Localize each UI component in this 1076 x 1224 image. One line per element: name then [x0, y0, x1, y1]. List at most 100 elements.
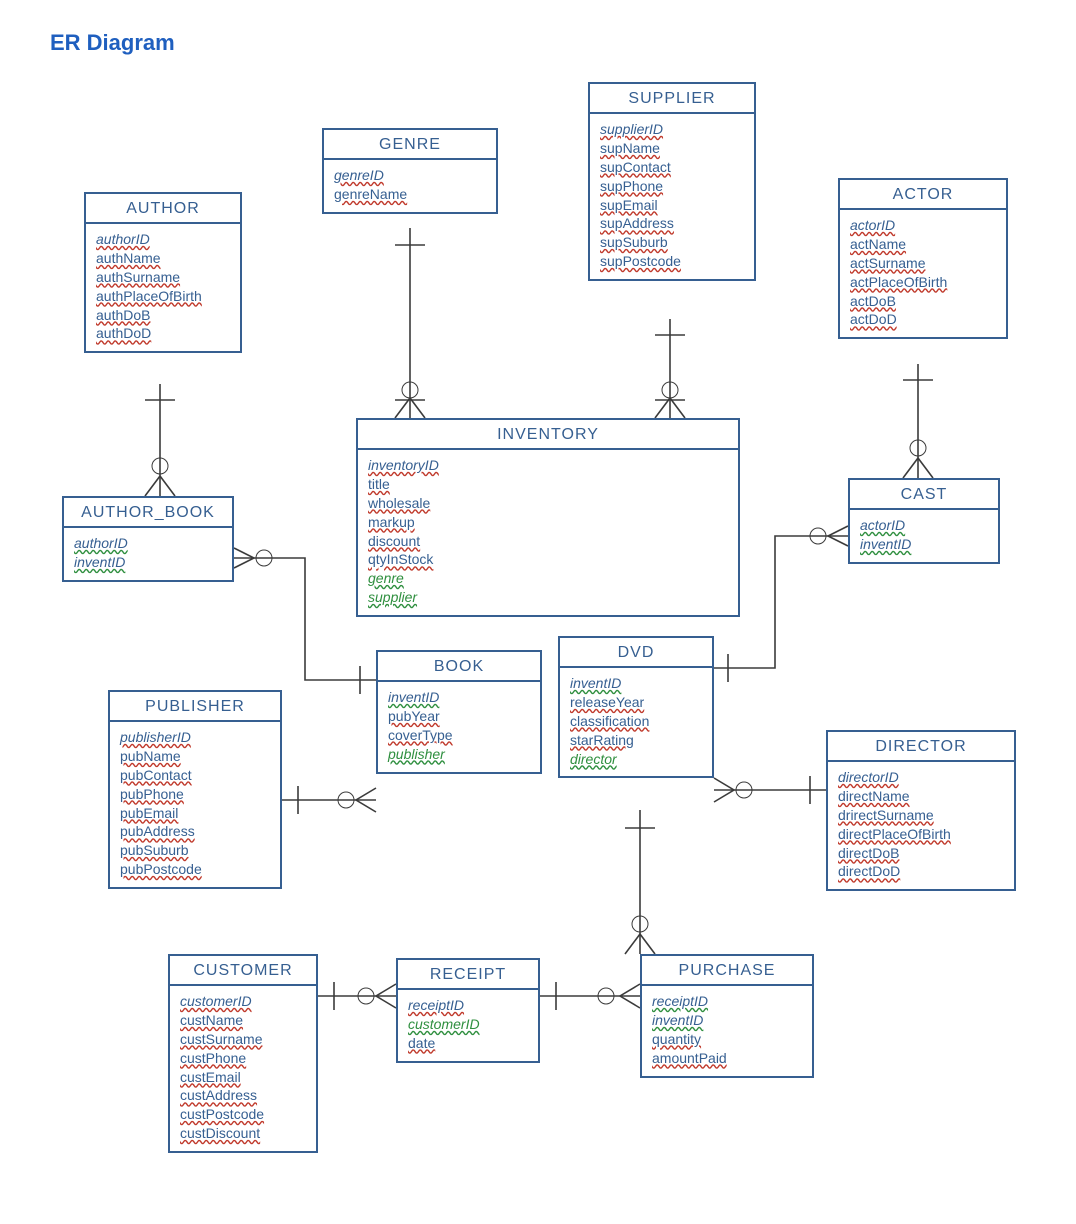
attr-custName: custName: [180, 1011, 308, 1030]
entity-book-title: BOOK: [378, 652, 540, 682]
page-title: ER Diagram: [50, 30, 175, 56]
entity-author-book-title: AUTHOR_BOOK: [64, 498, 232, 528]
entity-receipt: RECEIPT receiptIDcustomerIDdate: [396, 958, 540, 1063]
entity-customer-attrs: customerIDcustNamecustSurnamecustPhone cu…: [170, 986, 316, 1151]
entity-receipt-title: RECEIPT: [398, 960, 538, 990]
attr-custPostcode: custPostcode: [180, 1105, 308, 1124]
entity-publisher-title: PUBLISHER: [110, 692, 280, 722]
entity-purchase: PURCHASE receiptIDinventIDquantityamount…: [640, 954, 814, 1078]
attr-customerID: customerID: [408, 1015, 530, 1034]
attr-wholesale: wholesale: [368, 494, 730, 513]
entity-book: BOOK inventIDpubYearcoverTypepublisher: [376, 650, 542, 774]
entity-genre-title: GENRE: [324, 130, 496, 160]
attr-authorID: authorID: [74, 534, 224, 553]
attr-supEmail: supEmail: [600, 196, 746, 215]
entity-dvd-attrs: inventIDreleaseYearclassificationstarRat…: [560, 668, 712, 776]
entity-book-attrs: inventIDpubYearcoverTypepublisher: [378, 682, 540, 772]
attr-authorID: authorID: [96, 230, 232, 249]
attr-amountPaid: amountPaid: [652, 1049, 804, 1068]
attr-classification: classification: [570, 712, 704, 731]
attr-authName: authName: [96, 249, 232, 268]
entity-genre: GENRE genreIDgenreName: [322, 128, 498, 214]
attr-authDoD: authDoD: [96, 324, 232, 343]
entity-author-book-attrs: authorIDinventID: [64, 528, 232, 580]
attr-supplier: supplier: [368, 588, 730, 607]
attr-supContact: supContact: [600, 158, 746, 177]
entity-actor: ACTOR actorIDactNameactSurnameactPlaceOf…: [838, 178, 1008, 339]
attr-directDoD: directDoD: [838, 862, 1006, 881]
entity-dvd-title: DVD: [560, 638, 712, 668]
attr-actorID: actorID: [850, 216, 998, 235]
attr-actPlaceOfBirth: actPlaceOfBirth: [850, 273, 998, 292]
attr-inventoryID: inventoryID: [368, 456, 730, 475]
attr-genreName: genreName: [334, 185, 488, 204]
attr-genre: genre: [368, 569, 730, 588]
entity-genre-attrs: genreIDgenreName: [324, 160, 496, 212]
attr-receiptID: receiptID: [408, 996, 530, 1015]
attr-releaseYear: releaseYear: [570, 693, 704, 712]
attr-pubPostcode: pubPostcode: [120, 860, 272, 879]
entity-author: AUTHOR authorIDauthNameauthSurnameauthPl…: [84, 192, 242, 353]
attr-directPlaceOfBirth: directPlaceOfBirth: [838, 825, 1006, 844]
attr-authDoB: authDoB: [96, 306, 232, 325]
attr-pubYear: pubYear: [388, 707, 532, 726]
attr-authPlaceOfBirth: authPlaceOfBirth: [96, 287, 232, 306]
entity-customer-title: CUSTOMER: [170, 956, 316, 986]
entity-inventory: INVENTORY inventoryIDtitlewholesalemarku…: [356, 418, 740, 617]
attr-actSurname: actSurname: [850, 254, 998, 273]
attr-custSurname: custSurname: [180, 1030, 308, 1049]
attr-supPhone: supPhone: [600, 177, 746, 196]
attr-pubPhone: pubPhone: [120, 785, 272, 804]
attr-genreID: genreID: [334, 166, 488, 185]
attr-directDoB: directDoB: [838, 844, 1006, 863]
entity-inventory-title: INVENTORY: [358, 420, 738, 450]
attr-publisher: publisher: [388, 745, 532, 764]
entity-supplier-attrs: supplierIDsupNamesupContactsupPhonesupEm…: [590, 114, 754, 279]
entity-receipt-attrs: receiptIDcustomerIDdate: [398, 990, 538, 1061]
entity-purchase-attrs: receiptIDinventIDquantityamountPaid: [642, 986, 812, 1076]
attr-qtyInStock: qtyInStock: [368, 550, 730, 569]
attr-receiptID: receiptID: [652, 992, 804, 1011]
attr-pubAddress: pubAddress: [120, 822, 272, 841]
attr-director: director: [570, 750, 704, 769]
entity-purchase-title: PURCHASE: [642, 956, 812, 986]
attr-discount: discount: [368, 532, 730, 551]
attr-inventID: inventID: [388, 688, 532, 707]
attr-starRating: starRating: [570, 731, 704, 750]
attr-pubEmail: pubEmail: [120, 804, 272, 823]
attr-directName: directName: [838, 787, 1006, 806]
attr-custPhone: custPhone: [180, 1049, 308, 1068]
attr-customerID: customerID: [180, 992, 308, 1011]
entity-actor-attrs: actorIDactNameactSurnameactPlaceOfBirtha…: [840, 210, 1006, 337]
attr-supName: supName: [600, 139, 746, 158]
attr-quantity: quantity: [652, 1030, 804, 1049]
er-diagram-canvas: ER Diagram: [0, 0, 1076, 1224]
attr-title: title: [368, 475, 730, 494]
entity-cast-title: CAST: [850, 480, 998, 510]
attr-drirectSurname: drirectSurname: [838, 806, 1006, 825]
entity-author-book: AUTHOR_BOOK authorIDinventID: [62, 496, 234, 582]
attr-custAddress: custAddress: [180, 1086, 308, 1105]
entity-director-attrs: directorIDdirectNamedrirectSurnamedirect…: [828, 762, 1014, 889]
entity-author-title: AUTHOR: [86, 194, 240, 224]
attr-authSurname: authSurname: [96, 268, 232, 287]
entity-supplier: SUPPLIER supplierIDsupNamesupContactsupP…: [588, 82, 756, 281]
attr-publisherID: publisherID: [120, 728, 272, 747]
attr-date: date: [408, 1034, 530, 1053]
attr-custDiscount: custDiscount: [180, 1124, 308, 1143]
entity-dvd: DVD inventIDreleaseYearclassificationsta…: [558, 636, 714, 778]
entity-publisher-attrs: publisherIDpubNamepubContactpubPhonepubE…: [110, 722, 280, 887]
attr-pubContact: pubContact: [120, 766, 272, 785]
attr-supAddress: supAddress: [600, 214, 746, 233]
attr-supSuburb: supSuburb: [600, 233, 746, 252]
entity-publisher: PUBLISHER publisherIDpubNamepubContactpu…: [108, 690, 282, 889]
entity-actor-title: ACTOR: [840, 180, 1006, 210]
attr-actDoD: actDoD: [850, 310, 998, 329]
entity-customer: CUSTOMER customerIDcustNamecustSurnamecu…: [168, 954, 318, 1153]
attr-actDoB: actDoB: [850, 292, 998, 311]
attr-inventID: inventID: [652, 1011, 804, 1030]
entity-inventory-attrs: inventoryIDtitlewholesalemarkupdiscountq…: [358, 450, 738, 615]
attr-directorID: directorID: [838, 768, 1006, 787]
attr-actName: actName: [850, 235, 998, 254]
attr-pubName: pubName: [120, 747, 272, 766]
